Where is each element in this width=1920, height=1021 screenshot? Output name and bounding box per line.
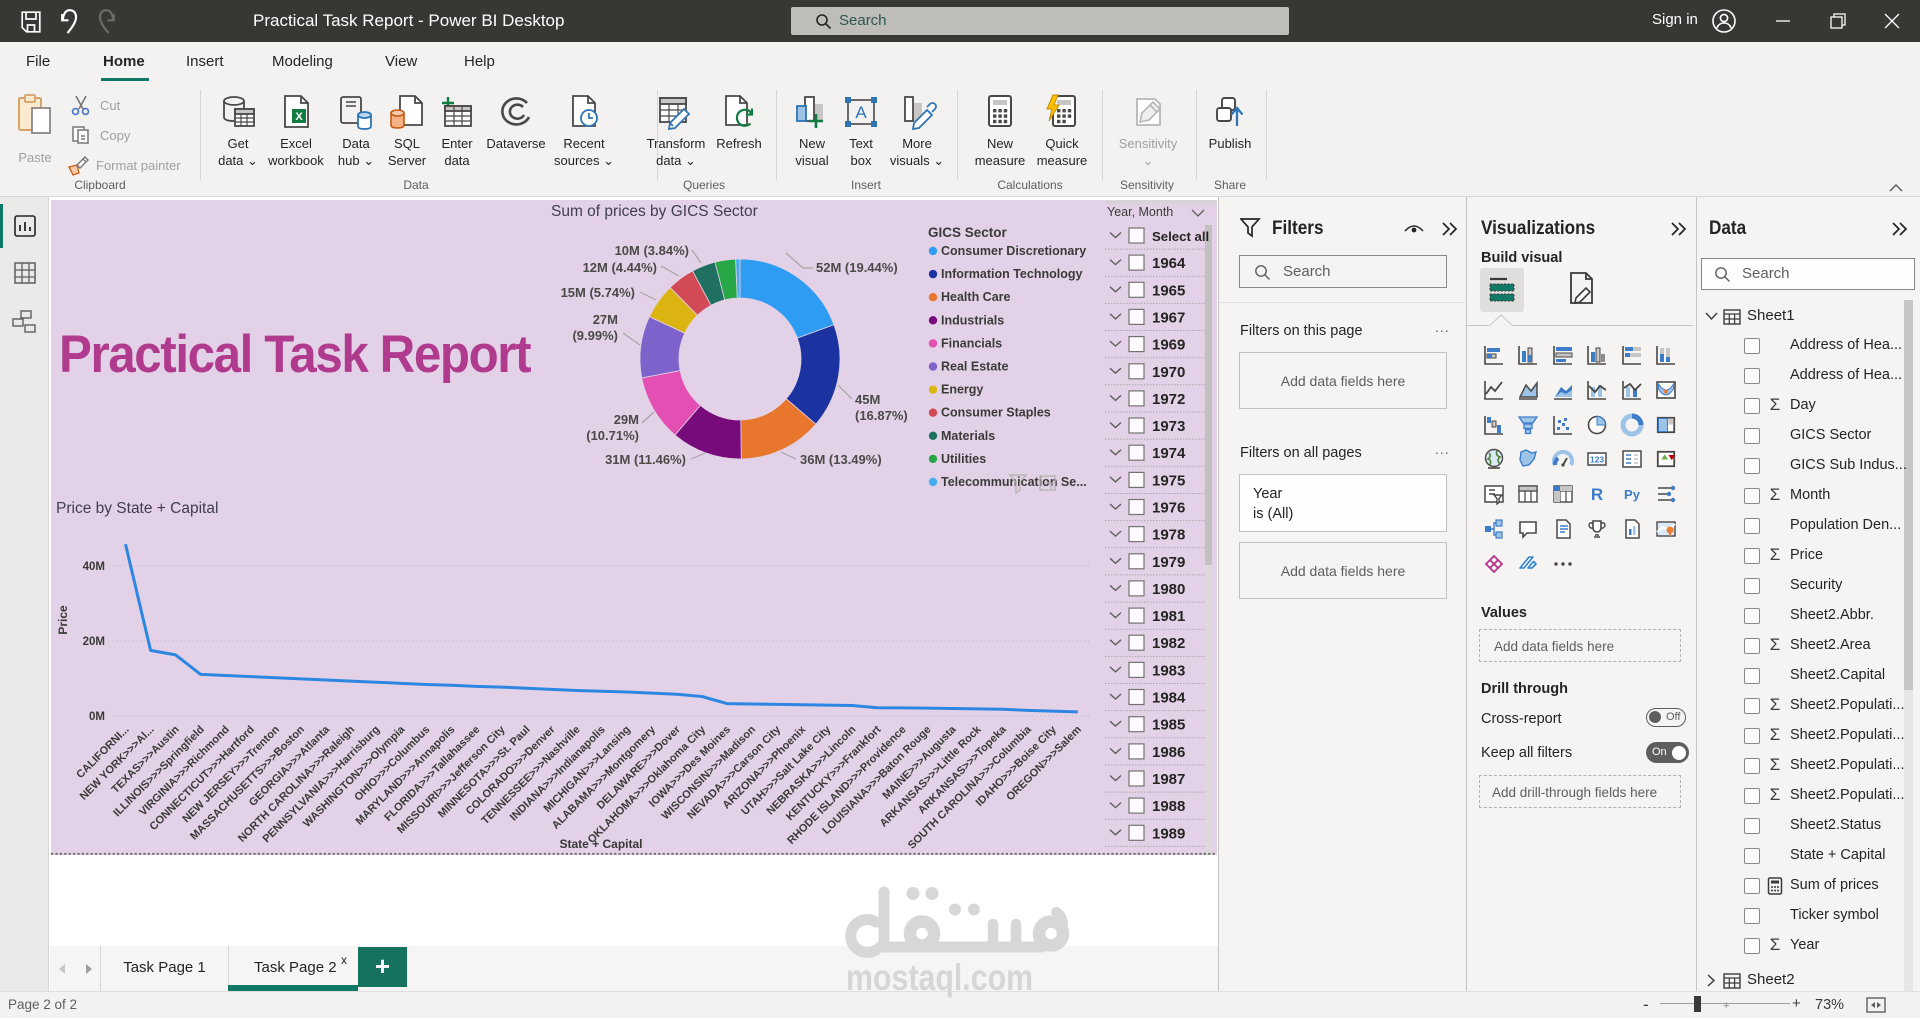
svg-text:Price by State + Capital: Price by State + Capital xyxy=(56,500,218,517)
svg-text:45M: 45M xyxy=(855,392,880,407)
svg-text:(10.71%): (10.71%) xyxy=(586,428,639,443)
svg-text:1989: 1989 xyxy=(1152,825,1185,842)
svg-text:Sum of prices by GICS Sector: Sum of prices by GICS Sector xyxy=(551,203,758,220)
svg-text:0M: 0M xyxy=(89,711,105,723)
svg-text:1975: 1975 xyxy=(1152,472,1185,489)
svg-text:Financials: Financials xyxy=(941,336,1002,350)
svg-text:(16.87%): (16.87%) xyxy=(855,408,908,423)
svg-text:GICS Sector: GICS Sector xyxy=(928,225,1008,240)
svg-text:Utilities: Utilities xyxy=(941,452,986,466)
svg-text:15M (5.74%): 15M (5.74%) xyxy=(561,285,635,300)
svg-text:Consumer Discretionary: Consumer Discretionary xyxy=(941,244,1086,258)
svg-text:52M (19.44%): 52M (19.44%) xyxy=(816,260,898,275)
svg-text:1974: 1974 xyxy=(1152,445,1186,462)
svg-text:Price: Price xyxy=(56,605,70,635)
svg-text:mostaql.com: mostaql.com xyxy=(846,957,1033,999)
svg-text:Consumer Staples: Consumer Staples xyxy=(941,406,1051,420)
svg-text:27M: 27M xyxy=(593,312,618,327)
svg-text:1981: 1981 xyxy=(1152,608,1185,625)
svg-text:1985: 1985 xyxy=(1152,717,1185,734)
svg-text:Py: Py xyxy=(1624,487,1641,502)
svg-text:Energy: Energy xyxy=(941,383,983,397)
svg-text:State + Capital: State + Capital xyxy=(559,837,642,851)
svg-text:31M (11.46%): 31M (11.46%) xyxy=(605,452,686,467)
svg-text:X: X xyxy=(295,111,303,123)
svg-text:1983: 1983 xyxy=(1152,662,1185,679)
svg-text:1982: 1982 xyxy=(1152,635,1185,652)
svg-text:A: A xyxy=(855,103,867,122)
svg-text:1976: 1976 xyxy=(1152,500,1185,517)
svg-text:1979: 1979 xyxy=(1152,554,1185,571)
svg-text:Year, Month: Year, Month xyxy=(1107,205,1173,219)
svg-text:Materials: Materials xyxy=(941,429,995,443)
svg-text:1980: 1980 xyxy=(1152,581,1185,598)
svg-text:Information Technology: Information Technology xyxy=(941,267,1082,281)
svg-text:10M (3.84%): 10M (3.84%) xyxy=(615,243,689,258)
svg-text:R: R xyxy=(1591,485,1603,504)
svg-text:29M: 29M xyxy=(614,412,639,427)
svg-text:Telecommunication Se...: Telecommunication Se... xyxy=(941,475,1087,489)
svg-text:1970: 1970 xyxy=(1152,364,1185,381)
svg-text:1987: 1987 xyxy=(1152,771,1185,788)
svg-text:12M (4.44%): 12M (4.44%) xyxy=(583,260,657,275)
svg-text:Select all: Select all xyxy=(1152,229,1209,244)
svg-text:1973: 1973 xyxy=(1152,418,1185,435)
svg-text:1965: 1965 xyxy=(1152,282,1185,299)
svg-text:36M (13.49%): 36M (13.49%) xyxy=(800,452,882,467)
svg-text:20M: 20M xyxy=(83,636,105,648)
svg-text:1986: 1986 xyxy=(1152,744,1185,761)
svg-text:1988: 1988 xyxy=(1152,798,1185,815)
svg-text:Real Estate: Real Estate xyxy=(941,360,1008,374)
svg-text:1978: 1978 xyxy=(1152,527,1185,544)
svg-text:Industrials: Industrials xyxy=(941,313,1004,327)
svg-text:40M: 40M xyxy=(83,561,105,573)
svg-text:1964: 1964 xyxy=(1152,255,1186,272)
svg-text:1969: 1969 xyxy=(1152,337,1185,354)
svg-text:1967: 1967 xyxy=(1152,309,1185,326)
svg-text:Health Care: Health Care xyxy=(941,290,1011,304)
svg-text:1972: 1972 xyxy=(1152,391,1185,408)
svg-text:1984: 1984 xyxy=(1152,690,1186,707)
svg-text:(9.99%): (9.99%) xyxy=(572,328,618,343)
svg-text:123: 123 xyxy=(1590,455,1604,465)
